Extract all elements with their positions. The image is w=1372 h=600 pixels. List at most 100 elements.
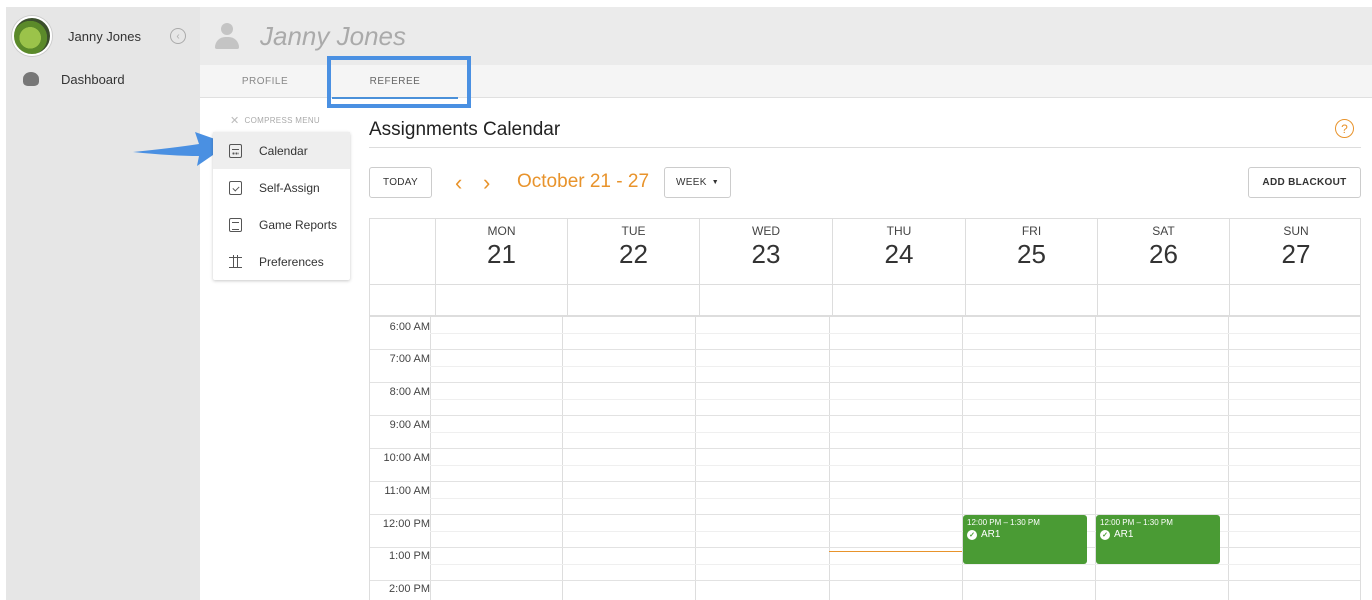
prev-week-icon[interactable]: ‹ — [455, 170, 462, 196]
time-label: 1:00 PM — [389, 550, 430, 562]
dashboard-gauge-icon — [23, 72, 39, 86]
sub-menu-item-game-reports[interactable]: Game Reports — [213, 206, 350, 243]
header-user-name: Janny Jones — [260, 20, 406, 51]
half-hour-line — [430, 465, 1360, 466]
date-range: October 21 - 27 — [517, 171, 650, 192]
check-circle-icon: ✓ — [967, 529, 977, 540]
view-select[interactable]: WEEK ▼ — [664, 167, 731, 198]
left-nav: Janny Jones ‹ Dashboard — [6, 7, 200, 600]
event-fri[interactable]: 12:00 PM – 1:30 PM ✓ AR1 — [963, 515, 1087, 564]
sub-menu-item-label: Calendar — [259, 143, 308, 158]
sub-menu-item-calendar[interactable]: Calendar — [213, 132, 350, 169]
nav-item-dashboard[interactable]: Dashboard — [6, 65, 200, 93]
nav-item-label: Dashboard — [61, 71, 125, 87]
all-day-cell[interactable] — [435, 284, 567, 316]
event-time: 12:00 PM – 1:30 PM — [967, 518, 1040, 527]
all-day-gutter — [370, 284, 435, 316]
time-label: 8:00 AM — [389, 386, 430, 398]
day-name: FRI — [1021, 224, 1042, 238]
day-header-tue[interactable]: TUE 22 — [567, 219, 699, 284]
day-header-sun[interactable]: SUN 27 — [1229, 219, 1360, 284]
event-role-row: ✓ AR1 — [967, 529, 1083, 540]
all-day-cell[interactable] — [965, 284, 1097, 316]
calendar-icon — [229, 143, 242, 158]
sub-menu-item-self-assign[interactable]: Self-Assign — [213, 169, 350, 206]
half-hour-line — [430, 531, 1360, 532]
title-divider — [369, 147, 1361, 148]
event-time: 12:00 PM – 1:30 PM — [1100, 518, 1173, 527]
day-name: SAT — [1152, 224, 1175, 238]
column-line — [695, 317, 696, 600]
avatar[interactable] — [12, 16, 52, 56]
event-role: AR1 — [981, 529, 1001, 540]
time-label: 6:00 AM — [389, 321, 430, 333]
add-blackout-button[interactable]: ADD BLACKOUT — [1248, 167, 1361, 198]
all-day-cell[interactable] — [1097, 284, 1229, 316]
event-role-row: ✓ AR1 — [1100, 529, 1216, 540]
user-row: Janny Jones ‹ — [6, 7, 200, 65]
tab-profile[interactable]: PROFILE — [200, 65, 330, 98]
all-day-cell[interactable] — [832, 284, 965, 316]
pin-icon: ✕ — [230, 115, 240, 127]
current-time-indicator — [829, 551, 962, 552]
today-button[interactable]: TODAY — [369, 167, 432, 198]
app: Janny Jones ‹ Dashboard Janny Jones PROF… — [0, 0, 1372, 600]
column-line — [829, 317, 830, 600]
half-hour-line — [430, 498, 1360, 499]
sub-menu-item-label: Game Reports — [259, 217, 338, 232]
day-header-mon[interactable]: MON 21 — [435, 219, 567, 284]
sliders-icon — [229, 254, 242, 269]
day-header-thu[interactable]: THU 24 — [832, 219, 965, 284]
sub-menu-item-preferences[interactable]: Preferences — [213, 243, 350, 280]
hour-line — [370, 481, 1360, 482]
hour-line — [370, 349, 1360, 350]
time-label: 12:00 PM — [382, 518, 430, 530]
column-line — [430, 317, 431, 600]
referee-sub-menu: Calendar Self-Assign Game Reports Prefer… — [213, 132, 350, 280]
day-number: 22 — [619, 239, 648, 269]
day-number: 24 — [884, 239, 914, 269]
time-label: 2:00 PM — [389, 583, 430, 595]
event-sat[interactable]: 12:00 PM – 1:30 PM ✓ AR1 — [1096, 515, 1220, 564]
day-name: THU — [886, 224, 912, 238]
all-day-cell[interactable] — [1229, 284, 1360, 316]
week-calendar-grid: MON 21 TUE 22 WED 23 THU 24 FRI 25 SAT 2… — [369, 218, 1361, 600]
all-day-cell[interactable] — [567, 284, 699, 316]
half-hour-line — [430, 432, 1360, 433]
day-header-wed[interactable]: WED 23 — [699, 219, 832, 284]
compress-menu-button[interactable]: ✕ COMPRESS MENU — [230, 114, 320, 127]
day-name: MON — [487, 224, 516, 238]
half-hour-line — [430, 366, 1360, 367]
next-week-icon[interactable]: › — [483, 170, 490, 196]
hour-line — [370, 382, 1360, 383]
column-line — [1228, 317, 1229, 600]
day-header-fri[interactable]: FRI 25 — [965, 219, 1097, 284]
all-day-cell[interactable] — [699, 284, 832, 316]
day-number: 26 — [1149, 239, 1178, 269]
time-label: 11:00 AM — [384, 485, 430, 497]
person-icon — [214, 23, 240, 49]
collapse-sidebar-icon[interactable]: ‹ — [170, 28, 186, 44]
sub-menu-item-label: Self-Assign — [259, 180, 320, 195]
event-role: AR1 — [1114, 529, 1134, 540]
day-name: WED — [752, 224, 780, 238]
view-select-label: WEEK — [676, 177, 707, 188]
clipboard-icon — [229, 217, 242, 232]
hour-line — [370, 415, 1360, 416]
day-name: SUN — [1283, 224, 1309, 238]
help-icon[interactable]: ? — [1335, 119, 1354, 138]
caret-down-icon: ▼ — [711, 179, 719, 186]
column-line — [562, 317, 563, 600]
day-header-sat[interactable]: SAT 26 — [1097, 219, 1229, 284]
hour-line — [370, 580, 1360, 581]
half-hour-line — [430, 399, 1360, 400]
user-name: Janny Jones — [68, 28, 141, 44]
half-hour-line — [430, 564, 1360, 565]
half-hour-line — [430, 333, 1360, 334]
day-number: 27 — [1281, 239, 1311, 269]
day-number: 21 — [487, 239, 516, 269]
day-name: TUE — [621, 224, 646, 238]
day-number: 25 — [1017, 239, 1046, 269]
check-circle-icon: ✓ — [1100, 529, 1110, 540]
header-separator — [370, 315, 1360, 317]
